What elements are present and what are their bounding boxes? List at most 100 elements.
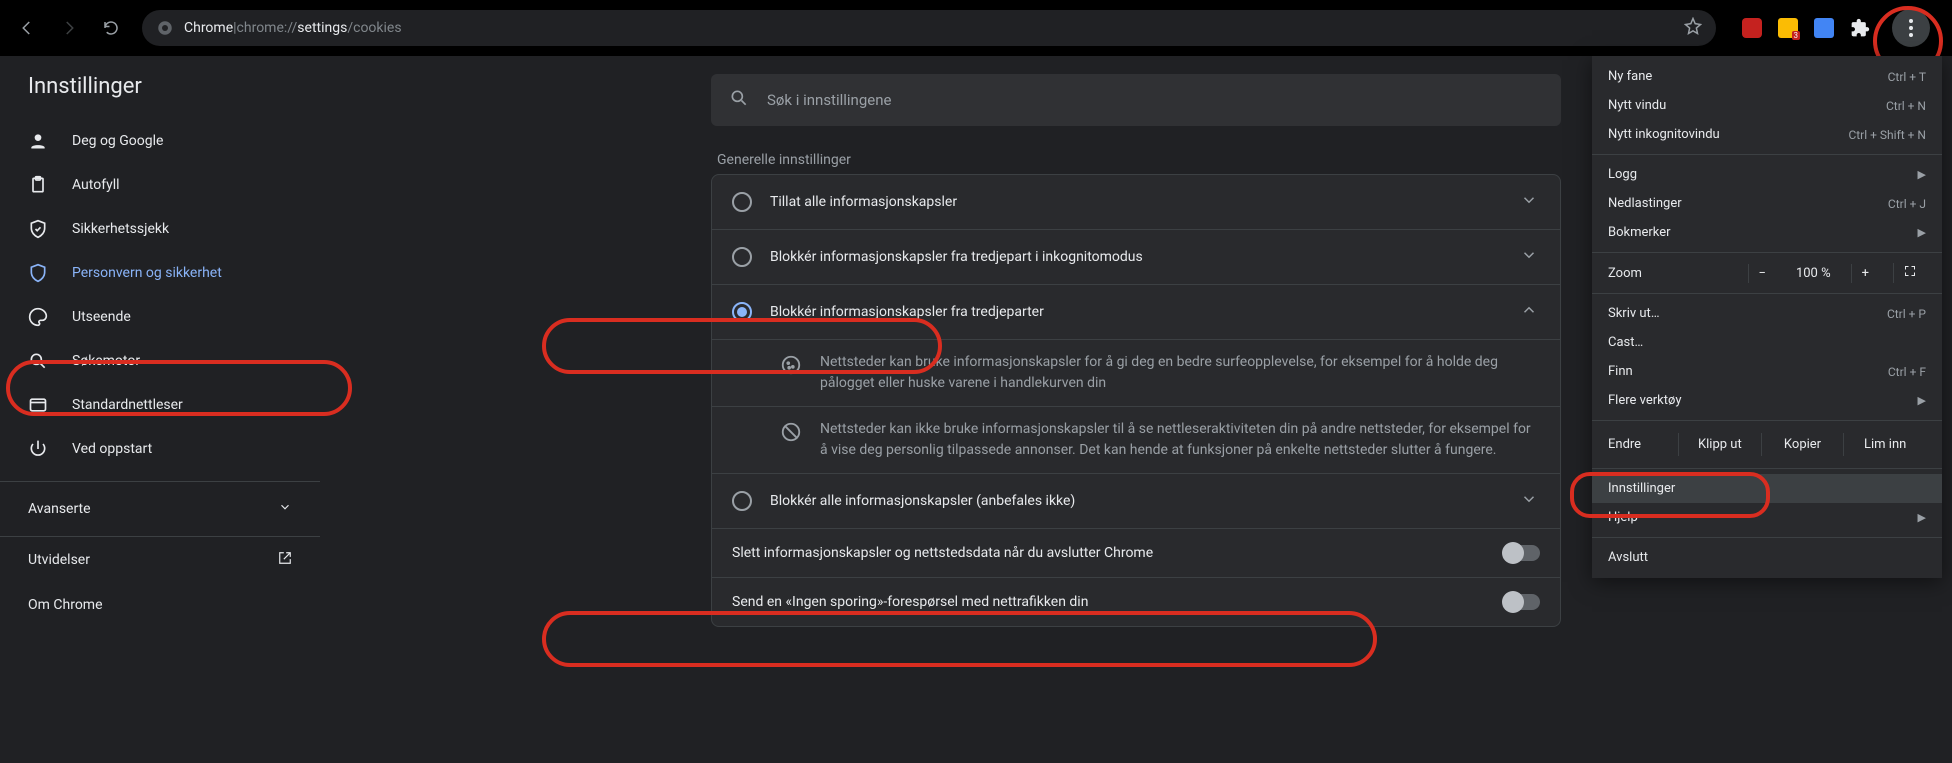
option-label: Send en «Ingen sporing»-forespørsel med …: [732, 594, 1486, 610]
sidebar-about-label: Om Chrome: [28, 597, 103, 613]
sidebar-advanced-toggle[interactable]: Avanserte: [0, 481, 320, 536]
sidebar-about-link[interactable]: Om Chrome: [0, 583, 320, 627]
option-label: Tillat alle informasjonskapsler: [770, 194, 1502, 210]
menu-incognito[interactable]: Nytt inkognitovindu Ctrl + Shift + N: [1592, 120, 1942, 149]
url-text: chrome://settings/cookies: [237, 20, 402, 36]
sidebar-item-safety-check[interactable]: Sikkerhetssjekk: [0, 207, 302, 251]
menu-label: Cast…: [1608, 335, 1643, 350]
sidebar-item-label: Deg og Google: [72, 133, 163, 149]
sidebar-extensions-label: Utvidelser: [28, 552, 90, 568]
shield-icon: [28, 263, 48, 283]
sidebar-item-privacy-security[interactable]: Personvern og sikkerhet: [0, 251, 302, 295]
sidebar-item-autofill[interactable]: Autofyll: [0, 163, 302, 207]
forward-button[interactable]: [52, 11, 86, 45]
menu-settings[interactable]: Innstillinger: [1592, 474, 1942, 503]
radio-icon[interactable]: [732, 491, 752, 511]
radio-icon[interactable]: [732, 192, 752, 212]
option-block-all[interactable]: Blokkér alle informasjonskapsler (anbefa…: [712, 474, 1560, 529]
option-label: Blokkér informasjonskapsler fra tredjepa…: [770, 304, 1502, 320]
menu-separator: [1592, 420, 1942, 421]
shield-check-icon: [28, 219, 48, 239]
radio-icon-checked[interactable]: [732, 302, 752, 322]
option-label: Blokkér informasjonskapsler fra tredjepa…: [770, 249, 1502, 265]
submenu-arrow-icon: ▶: [1918, 168, 1926, 181]
menu-new-tab[interactable]: Ny fane Ctrl + T: [1592, 62, 1942, 91]
menu-label: Nedlastinger: [1608, 196, 1682, 211]
menu-label: Finn: [1608, 364, 1633, 379]
toggle-switch[interactable]: [1504, 545, 1540, 561]
back-button[interactable]: [10, 11, 44, 45]
radio-icon[interactable]: [732, 247, 752, 267]
sidebar-item-label: Autofyll: [72, 177, 120, 193]
menu-new-window[interactable]: Nytt vindu Ctrl + N: [1592, 91, 1942, 120]
chevron-down-icon: [278, 500, 292, 518]
sidebar-advanced-label: Avanserte: [28, 501, 91, 517]
option-allow-all[interactable]: Tillat alle informasjonskapsler: [712, 175, 1560, 230]
chrome-icon: [156, 19, 174, 37]
sidebar-item-you-and-google[interactable]: Deg og Google: [0, 119, 302, 163]
toggle-switch[interactable]: [1504, 594, 1540, 610]
page-title: Innstillinger: [0, 74, 320, 119]
option-description-1: Nettsteder kan bruke informasjonskapsler…: [712, 340, 1560, 407]
menu-label: Ny fane: [1608, 69, 1652, 84]
sidebar-item-appearance[interactable]: Utseende: [0, 295, 302, 339]
cookie-icon: [780, 354, 802, 394]
menu-downloads[interactable]: Nedlastinger Ctrl + J: [1592, 189, 1942, 218]
sidebar-item-search-engine[interactable]: Søkemotor: [0, 339, 302, 383]
sidebar-extensions-link[interactable]: Utvidelser: [0, 536, 320, 583]
submenu-arrow-icon: ▶: [1918, 394, 1926, 407]
chevron-up-icon[interactable]: [1520, 301, 1540, 323]
address-bar[interactable]: Chrome | chrome://settings/cookies: [142, 10, 1716, 46]
extension-icon-3[interactable]: [1814, 18, 1834, 38]
block-icon: [780, 421, 802, 461]
menu-print[interactable]: Skriv ut… Ctrl + P: [1592, 299, 1942, 328]
power-icon: [28, 439, 48, 459]
fullscreen-button[interactable]: [1893, 263, 1926, 283]
sidebar-item-label: Søkemotor: [72, 353, 140, 369]
menu-label: Bokmerker: [1608, 225, 1671, 240]
chrome-menu-button[interactable]: [1892, 9, 1930, 47]
menu-paste-button[interactable]: Lim inn: [1843, 433, 1926, 456]
open-external-icon: [278, 551, 292, 569]
chevron-down-icon[interactable]: [1520, 246, 1540, 268]
submenu-arrow-icon: ▶: [1918, 226, 1926, 239]
menu-shortcut: Ctrl + P: [1887, 307, 1926, 321]
sidebar-item-on-startup[interactable]: Ved oppstart: [0, 427, 302, 471]
menu-bookmarks[interactable]: Bokmerker ▶: [1592, 218, 1942, 247]
menu-shortcut: Ctrl + Shift + N: [1848, 128, 1926, 142]
sidebar-item-default-browser[interactable]: Standardnettleser: [0, 383, 302, 427]
bookmark-star-icon[interactable]: [1684, 17, 1702, 39]
menu-find[interactable]: Finn Ctrl + F: [1592, 357, 1942, 386]
menu-label: Innstillinger: [1608, 481, 1675, 496]
ublock-icon[interactable]: [1742, 18, 1762, 38]
zoom-value: 100 %: [1790, 266, 1837, 281]
option-block-third-party[interactable]: Blokkér informasjonskapsler fra tredjepa…: [712, 285, 1560, 340]
extension-icon-2[interactable]: 3: [1778, 18, 1798, 38]
menu-copy-button[interactable]: Kopier: [1761, 433, 1844, 456]
menu-shortcut: Ctrl + J: [1888, 197, 1926, 211]
menu-history[interactable]: Logg ▶: [1592, 160, 1942, 189]
option-block-incognito[interactable]: Blokkér informasjonskapsler fra tredjepa…: [712, 230, 1560, 285]
zoom-out-button[interactable]: −: [1748, 264, 1776, 283]
zoom-in-button[interactable]: +: [1851, 264, 1879, 283]
menu-zoom-label: Zoom: [1608, 266, 1642, 281]
sidebar-item-label: Standardnettleser: [72, 397, 183, 413]
option-clear-on-exit[interactable]: Slett informasjonskapsler og nettstedsda…: [712, 529, 1560, 578]
option-do-not-track[interactable]: Send en «Ingen sporing»-forespørsel med …: [712, 578, 1560, 626]
chevron-down-icon[interactable]: [1520, 191, 1540, 213]
menu-quit[interactable]: Avslutt: [1592, 543, 1942, 572]
menu-help[interactable]: Hjelp ▶: [1592, 503, 1942, 532]
extensions-puzzle-icon[interactable]: [1850, 18, 1870, 38]
menu-edit-row: Endre Klipp ut Kopier Lim inn: [1592, 426, 1942, 463]
section-title: Generelle innstillinger: [711, 152, 1561, 168]
search-icon: [729, 88, 749, 112]
reload-button[interactable]: [94, 11, 128, 45]
menu-label: Avslutt: [1608, 550, 1648, 565]
menu-shortcut: Ctrl + F: [1888, 365, 1926, 379]
menu-more-tools[interactable]: Flere verktøy ▶: [1592, 386, 1942, 415]
sidebar-item-label: Utseende: [72, 309, 131, 325]
chevron-down-icon[interactable]: [1520, 490, 1540, 512]
menu-cut-button[interactable]: Klipp ut: [1678, 433, 1761, 456]
menu-cast[interactable]: Cast…: [1592, 328, 1942, 357]
settings-search[interactable]: Søk i innstillingene: [711, 74, 1561, 126]
